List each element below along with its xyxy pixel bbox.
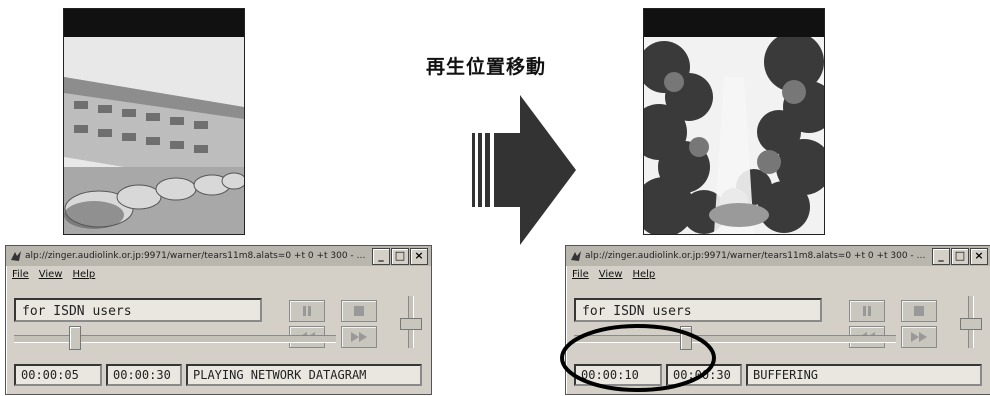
menu-bar: File View Help <box>6 266 431 282</box>
pause-icon <box>303 306 311 316</box>
status-display: PLAYING NETWORK DATAGRAM <box>186 364 422 386</box>
total-time-display: 00:00:30 <box>106 364 182 386</box>
pause-button[interactable] <box>289 300 325 322</box>
volume-slider-thumb[interactable] <box>960 318 982 330</box>
maximize-button[interactable]: □ <box>391 248 409 265</box>
pause-icon <box>863 306 871 316</box>
seek-track[interactable] <box>14 335 336 343</box>
close-button[interactable]: × <box>410 248 428 265</box>
building-scene-image <box>64 37 244 234</box>
volume-slider-thumb[interactable] <box>400 318 422 330</box>
window-title: alp://zinger.audiolink.or.jp:9971/warner… <box>25 251 388 261</box>
seek-slider-thumb[interactable] <box>68 326 81 350</box>
window-title: alp://zinger.audiolink.or.jp:9971/warner… <box>585 251 948 261</box>
status-display: BUFFERING <box>746 364 982 386</box>
menu-file[interactable]: File <box>12 269 29 280</box>
fast-forward-button[interactable] <box>901 326 937 348</box>
caption-seek-position: 再生位置移動 <box>426 56 547 78</box>
menu-bar: File View Help <box>566 266 990 282</box>
right-arrow-icon <box>472 95 576 245</box>
menu-file[interactable]: File <box>572 269 589 280</box>
stop-icon <box>354 306 364 316</box>
menu-help[interactable]: Help <box>632 269 655 280</box>
clip-title-display: for ISDN users <box>574 298 822 322</box>
fast-forward-icon <box>911 332 927 342</box>
pause-button[interactable] <box>849 300 885 322</box>
minimize-button[interactable]: _ <box>372 248 390 265</box>
maximize-button[interactable]: □ <box>951 248 969 265</box>
frame-title-bar <box>64 9 244 37</box>
stop-button[interactable] <box>901 300 937 322</box>
trees-scene-image <box>644 37 824 234</box>
player-title-bar[interactable]: alp://zinger.audiolink.or.jp:9971/warner… <box>566 246 990 266</box>
close-button[interactable]: × <box>970 248 988 265</box>
stop-icon <box>914 306 924 316</box>
seek-slider-thumb[interactable] <box>680 326 693 350</box>
player-window-before: alp://zinger.audiolink.or.jp:9971/warner… <box>5 245 432 395</box>
menu-view[interactable]: View <box>599 269 623 280</box>
audiolink-app-icon <box>11 251 21 261</box>
audiolink-app-icon <box>571 251 581 261</box>
current-time-display: 00:00:10 <box>574 364 662 386</box>
clip-title-display: for ISDN users <box>14 298 262 322</box>
video-frame-before <box>63 8 245 235</box>
fast-forward-icon <box>351 332 367 342</box>
menu-help[interactable]: Help <box>72 269 95 280</box>
player-window-after: alp://zinger.audiolink.or.jp:9971/warner… <box>565 245 990 395</box>
seek-track[interactable] <box>574 335 896 343</box>
menu-view[interactable]: View <box>39 269 63 280</box>
video-frame-after <box>643 8 825 235</box>
frame-title-bar <box>644 9 824 37</box>
stop-button[interactable] <box>341 300 377 322</box>
minimize-button[interactable]: _ <box>932 248 950 265</box>
current-time-display: 00:00:05 <box>14 364 102 386</box>
total-time-display: 00:00:30 <box>666 364 742 386</box>
fast-forward-button[interactable] <box>341 326 377 348</box>
player-title-bar[interactable]: alp://zinger.audiolink.or.jp:9971/warner… <box>6 246 431 266</box>
